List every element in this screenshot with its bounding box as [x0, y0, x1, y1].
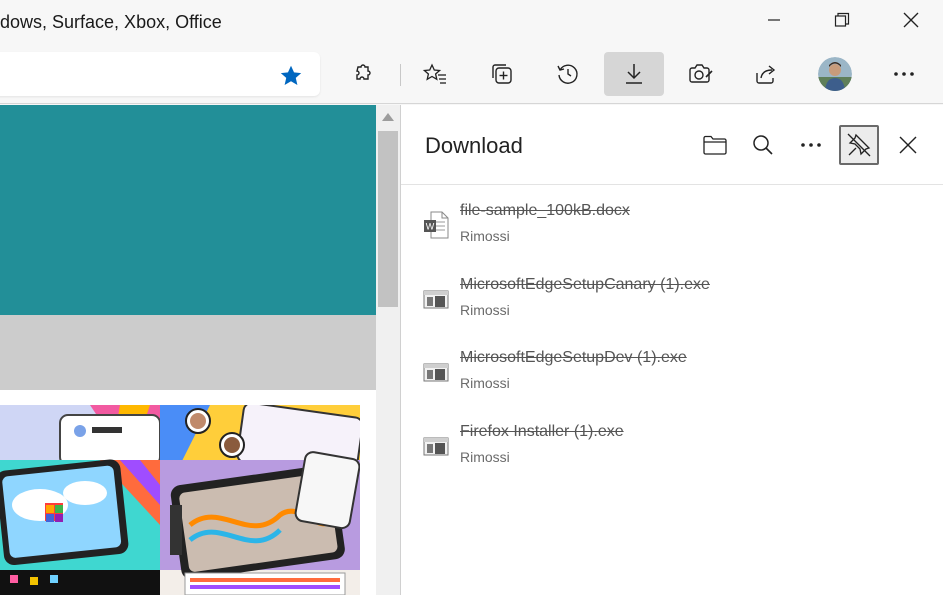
title-bar: dows, Surface, Xbox, Office [0, 0, 943, 48]
unpin-panel-button[interactable] [839, 125, 879, 165]
history-icon [557, 64, 578, 84]
more-button[interactable] [882, 52, 926, 96]
scrollbar-thumb[interactable] [378, 131, 398, 307]
minimize-icon [768, 19, 780, 21]
executable-icon [423, 437, 449, 456]
web-capture-icon [689, 64, 713, 83]
collections-icon [492, 64, 512, 84]
extensions-icon [356, 64, 371, 80]
favorite-star-icon[interactable] [278, 63, 304, 89]
extensions-button[interactable] [341, 52, 385, 96]
collections-button[interactable] [480, 52, 524, 96]
downloads-panel-header: Download [401, 105, 943, 185]
download-status: Rimossi [460, 449, 510, 465]
restore-button[interactable] [820, 4, 864, 36]
close-window-button[interactable] [889, 4, 933, 36]
window-title: dows, Surface, Xbox, Office [0, 12, 222, 32]
favorites-icon [422, 63, 446, 84]
download-item[interactable]: Firefox Installer (1).exe Rimossi [401, 416, 943, 484]
content-band [0, 315, 376, 390]
executable-icon [423, 363, 449, 382]
share-icon [756, 65, 776, 84]
open-folder-button[interactable] [695, 125, 735, 165]
address-bar[interactable] [0, 52, 320, 96]
download-item[interactable]: MicrosoftEdgeSetupCanary (1).exe Rimossi [401, 269, 943, 337]
hero-banner [0, 105, 376, 315]
download-file-name[interactable]: Firefox Installer (1).exe [460, 423, 624, 441]
profile-button[interactable] [813, 52, 857, 96]
svg-text:W: W [426, 222, 435, 232]
close-icon [899, 136, 917, 154]
downloads-icon [626, 64, 642, 84]
profile-avatar [818, 57, 852, 91]
downloads-panel: Download W file-sample_100kB.docx Rimoss… [400, 105, 943, 595]
download-status: Rimossi [460, 228, 510, 244]
toolbar-separator [400, 64, 401, 86]
unpin-icon [847, 133, 871, 157]
search-icon [753, 135, 773, 155]
page-scrollbar[interactable] [376, 105, 400, 595]
history-button[interactable] [546, 52, 590, 96]
more-options-button[interactable] [791, 125, 831, 165]
web-capture-button[interactable] [678, 52, 722, 96]
close-icon [903, 12, 919, 28]
more-icon [894, 72, 914, 76]
promo-image [0, 405, 360, 595]
download-status: Rimossi [460, 375, 510, 391]
scroll-up-arrow-icon[interactable] [382, 113, 394, 121]
download-file-name[interactable]: MicrosoftEdgeSetupDev (1).exe [460, 349, 687, 367]
download-file-name[interactable]: MicrosoftEdgeSetupCanary (1).exe [460, 276, 710, 294]
search-downloads-button[interactable] [743, 125, 783, 165]
web-page-content [0, 105, 376, 595]
download-item[interactable]: MicrosoftEdgeSetupDev (1).exe Rimossi [401, 342, 943, 410]
close-panel-button[interactable] [888, 125, 928, 165]
share-button[interactable] [744, 52, 788, 96]
more-options-icon [801, 143, 821, 147]
word-document-icon: W [424, 211, 449, 239]
open-folder-icon [703, 135, 727, 155]
executable-icon [423, 290, 449, 309]
download-file-name[interactable]: file-sample_100kB.docx [460, 202, 630, 220]
browser-toolbar [0, 48, 943, 104]
restore-icon [834, 12, 850, 27]
downloads-button[interactable] [604, 52, 664, 96]
browser-window: dows, Surface, Xbox, Office Download W f… [0, 0, 943, 595]
favorites-button[interactable] [413, 52, 457, 96]
download-item[interactable]: W file-sample_100kB.docx Rimossi [401, 195, 943, 263]
downloads-panel-title: Download [425, 133, 523, 158]
download-status: Rimossi [460, 302, 510, 318]
minimize-button[interactable] [752, 4, 796, 36]
